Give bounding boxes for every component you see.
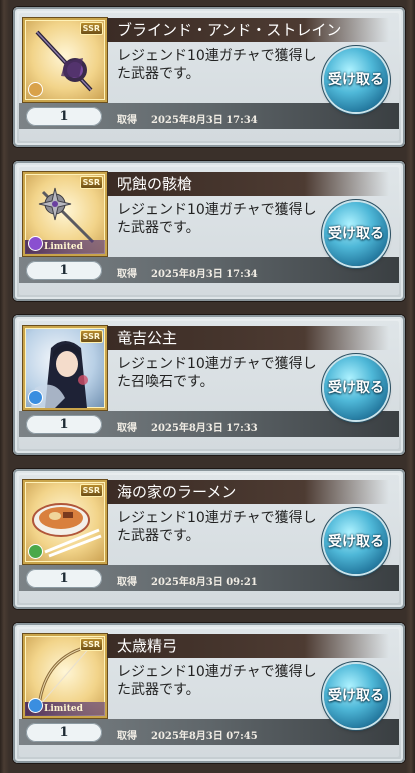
date-label: 取得 [117,577,137,588]
item-description: レジェンド10連ガチャで獲得した召喚石です。 [117,356,317,390]
date-label: 取得 [117,269,137,280]
item-count: 1 [26,107,102,126]
rarity-badge: SSR [79,176,103,189]
rarity-badge: SSR [79,484,103,497]
present-card: SSR Limited 太歳精弓 レジェンド10連ガチャで獲得した武器です。 1… [13,623,405,763]
item-title: 太歳精弓 [107,634,389,658]
item-count: 1 [26,261,102,280]
rarity-badge: SSR [79,638,103,651]
rarity-badge: SSR [79,22,103,35]
item-thumbnail[interactable]: SSR Limited [23,172,107,256]
rarity-badge: SSR [79,330,103,343]
item-description: レジェンド10連ガチャで獲得した武器です。 [117,202,317,236]
receive-button[interactable]: 受け取る [324,356,388,420]
element-dark-icon [28,236,43,251]
acquired-date: 取得 2025年8月3日 17:34 [117,265,258,280]
date-label: 取得 [117,115,137,126]
acquired-date: 取得 2025年8月3日 17:33 [117,419,258,434]
date-value: 2025年8月3日 17:34 [151,269,258,280]
date-label: 取得 [117,423,137,434]
item-count: 1 [26,723,102,742]
present-card: SSR Limited 呪蝕の骸槍 レジェンド10連ガチャで獲得した武器です。 … [13,161,405,301]
item-thumbnail[interactable]: SSR Limited [23,634,107,718]
item-description: レジェンド10連ガチャで獲得した武器です。 [117,510,317,544]
item-count: 1 [26,569,102,588]
item-title: 呪蝕の骸槍 [107,172,389,196]
date-value: 2025年8月3日 17:33 [151,423,258,434]
receive-button[interactable]: 受け取る [324,510,388,574]
item-description: レジェンド10連ガチャで獲得した武器です。 [117,48,317,82]
element-water-icon [28,390,43,405]
present-card: SSR 竜吉公主 レジェンド10連ガチャで獲得した召喚石です。 1 取得 2025… [13,315,405,455]
acquired-date: 取得 2025年8月3日 07:45 [117,727,258,742]
item-title: 海の家のラーメン [107,480,389,504]
acquired-date: 取得 2025年8月3日 09:21 [117,573,258,588]
item-thumbnail[interactable]: SSR [23,18,107,102]
item-thumbnail[interactable]: SSR [23,480,107,564]
item-thumbnail[interactable]: SSR [23,326,107,410]
receive-button[interactable]: 受け取る [324,202,388,266]
element-wind-icon [28,544,43,559]
date-value: 2025年8月3日 07:45 [151,731,258,742]
date-value: 2025年8月3日 09:21 [151,577,258,588]
item-title: ブラインド・アンド・ストレイン [107,18,389,42]
element-water-icon [28,698,43,713]
item-title: 竜吉公主 [107,326,389,350]
present-card: SSR ブラインド・アンド・ストレイン レジェンド10連ガチャで獲得した武器です… [13,7,405,147]
date-label: 取得 [117,731,137,742]
item-description: レジェンド10連ガチャで獲得した武器です。 [117,664,317,698]
receive-button[interactable]: 受け取る [324,664,388,728]
date-value: 2025年8月3日 17:34 [151,115,258,126]
item-count: 1 [26,415,102,434]
present-card: SSR 海の家のラーメン レジェンド10連ガチャで獲得した武器です。 1 取得 2… [13,469,405,609]
element-light-icon [28,82,43,97]
receive-button[interactable]: 受け取る [324,48,388,112]
acquired-date: 取得 2025年8月3日 17:34 [117,111,258,126]
